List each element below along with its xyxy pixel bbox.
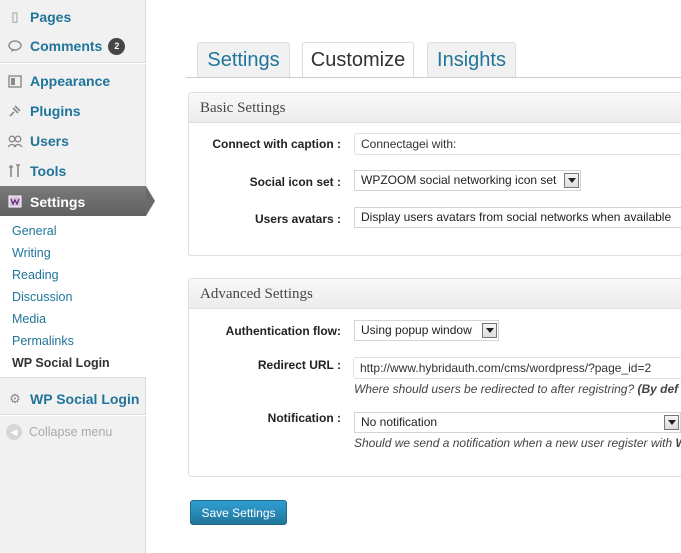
chevron-down-icon (664, 415, 679, 430)
menu-label: Appearance (30, 73, 111, 89)
settings-submenu: General Writing Reading Discussion Media… (0, 216, 146, 378)
menu-item-appearance[interactable]: Appearance (0, 66, 146, 96)
tab-divider (186, 77, 681, 78)
auth-flow-select[interactable]: Using popup window (354, 320, 499, 341)
submenu-writing[interactable]: Writing (12, 246, 51, 260)
avatars-value: Display users avatars from social networ… (361, 210, 672, 224)
pages-icon: ▯ (11, 9, 19, 24)
submenu-permalinks[interactable]: Permalinks (12, 334, 74, 348)
submenu-general[interactable]: General (12, 224, 56, 238)
submenu-reading[interactable]: Reading (12, 268, 59, 282)
icon-set-label: Social icon set : (249, 175, 341, 189)
advanced-settings-title: Advanced Settings (189, 279, 681, 309)
tools-icon (6, 162, 24, 180)
appearance-icon (6, 72, 24, 90)
chevron-down-icon (482, 323, 497, 338)
menu-label: Plugins (30, 103, 81, 119)
menu-separator (0, 414, 146, 416)
redirect-url-input[interactable]: http://www.hybridauth.com/cms/wordpress/… (353, 357, 681, 379)
admin-sidebar: ▯ Pages Comments 2 Appearance Plugins Us… (0, 0, 146, 553)
collapse-menu-button[interactable]: ◀ Collapse menu (6, 424, 112, 440)
menu-label: Pages (30, 9, 72, 25)
auth-flow-value: Using popup window (361, 323, 472, 337)
tab-settings[interactable]: Settings (197, 42, 290, 77)
notification-label: Notification : (267, 411, 341, 425)
icon-set-value: WPZOOM social networking icon set (361, 173, 557, 187)
collapse-label: Collapse menu (29, 425, 113, 439)
redirect-hint-text: Where should users be redirected to afte… (354, 382, 635, 396)
submenu-media[interactable]: Media (12, 312, 46, 326)
avatars-select[interactable]: Display users avatars from social networ… (354, 207, 681, 228)
notification-hint-text: Should we send a notification when a new… (354, 436, 673, 450)
notification-hint: Should we send a notification when a new… (354, 436, 681, 450)
menu-item-comments[interactable]: Comments 2 (0, 31, 146, 61)
menu-label: WP Social Login (30, 391, 140, 407)
menu-item-pages[interactable]: ▯ Pages (0, 2, 146, 32)
caption-input[interactable]: Connectagei with: (354, 133, 681, 155)
menu-label: Settings (30, 193, 86, 210)
gear-icon: ⚙ (9, 391, 21, 406)
notification-value: No notification (361, 415, 438, 429)
notification-hint-bold: W (676, 436, 681, 450)
auth-flow-label: Authentication flow: (225, 324, 341, 338)
submenu-wp-social-login[interactable]: WP Social Login (12, 356, 110, 370)
caption-label: Connect with caption : (212, 137, 341, 151)
avatars-label: Users avatars : (254, 212, 341, 226)
menu-item-wp-social-login[interactable]: ⚙ WP Social Login (0, 384, 146, 414)
menu-label: Comments (30, 38, 103, 54)
chevron-down-icon (564, 173, 579, 188)
collapse-arrow-icon: ◀ (6, 424, 22, 440)
menu-item-tools[interactable]: Tools (0, 156, 146, 186)
menu-label: Tools (30, 163, 67, 179)
users-icon (6, 132, 24, 150)
notification-select[interactable]: No notification (354, 412, 681, 433)
menu-item-plugins[interactable]: Plugins (0, 96, 146, 126)
menu-label: Users (30, 133, 69, 149)
comments-icon (6, 37, 24, 55)
settings-icon (6, 193, 24, 211)
tab-insights[interactable]: Insights (427, 42, 516, 77)
redirect-url-hint: Where should users be redirected to afte… (354, 382, 678, 396)
submenu-discussion[interactable]: Discussion (12, 290, 72, 304)
menu-item-users[interactable]: Users (0, 126, 146, 156)
redirect-url-label: Redirect URL : (257, 358, 341, 372)
comments-count-badge: 2 (108, 37, 126, 55)
menu-item-settings[interactable]: Settings (0, 186, 146, 217)
basic-settings-title: Basic Settings (189, 93, 681, 123)
redirect-hint-bold: (By def (637, 382, 679, 396)
icon-set-select[interactable]: WPZOOM social networking icon set (354, 170, 581, 191)
tab-customize[interactable]: Customize (302, 42, 414, 78)
save-settings-button[interactable]: Save Settings (190, 500, 287, 525)
plugins-icon (6, 102, 24, 120)
current-menu-arrow (146, 186, 155, 216)
menu-separator (0, 62, 146, 64)
